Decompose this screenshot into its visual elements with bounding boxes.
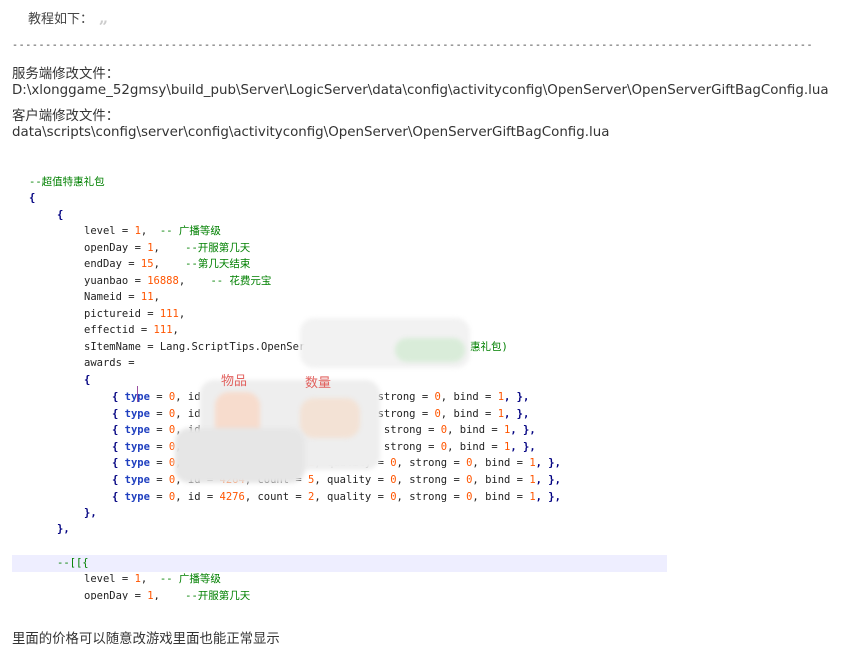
code-awards-close: }, [84,507,97,519]
watermark-count-label: 数量 [305,376,332,391]
code-endday: endDay = 15, --第几天结束 [84,258,251,270]
client-path: data\scripts\config\server\config\activi… [12,125,610,140]
redaction-blob [175,428,305,483]
row-strong-key: , strong = [396,457,467,470]
redaction-blob [300,398,360,438]
row-bind-key: , bind = [447,440,505,453]
row-eq: = [149,407,169,420]
code-effectid: effectid = 111, [84,324,179,336]
row-count-key: , count = [244,490,309,503]
code-open-brace: { [29,192,36,204]
row-open: { [112,424,125,437]
code-awards: awards = [84,357,135,369]
row-eq: = [149,440,169,453]
row-close: , }, [510,440,536,453]
code-yuanbao: yuanbao = 16888, -- 花费元宝 [84,275,272,287]
row-bind-key: , bind = [440,391,498,403]
row-open: { [112,490,125,503]
code-level: level = 1, -- 广播等级 [84,225,221,237]
code-comment-title: --超值特惠礼包 [29,176,105,188]
row-close: , }, [535,474,561,486]
footer-text: 里面的价格可以随意改游戏里面也能正常显示 [12,632,280,647]
row-eq: = [149,490,169,503]
code-level-2: level = 1, -- 广播等级 [84,573,221,585]
row-open: { [112,474,125,486]
row-eq: = [149,424,169,437]
row-type-key: type [124,440,150,453]
intro-line: 教程如下： „ [28,8,108,27]
row-strong-key: , strong = [396,490,467,503]
redaction-blob [395,338,465,362]
row-strong-key: , strong = [396,474,467,486]
row-bind-key: , bind = [472,474,530,486]
separator: ----------------------------------------… [12,40,814,51]
code-inner-close: }, [57,523,70,535]
row-bind-key: , bind = [440,407,498,420]
quote-icon: „ [99,8,109,27]
row-strong-key: , strong = [371,440,441,453]
row-quality-key: , quality = [314,474,391,486]
row-type-key: type [124,474,150,486]
code-comment-block: --[[{ [12,555,667,572]
row-close: , }, [504,407,530,420]
award-row: { type = 0, id = 4276, count = 2, qualit… [112,489,561,506]
row-type-key: type [124,490,150,503]
row-bind-key: , bind = [447,424,505,437]
client-label: 客户端修改文件： [12,109,120,124]
code-openday: openDay = 1, --开服第几天 [84,242,251,254]
server-path: D:\xlonggame_52gmsy\build_pub\Server\Log… [12,83,829,98]
row-eq: = [149,391,169,403]
row-close: , }, [510,424,536,437]
row-eq: = [149,457,169,470]
row-close: , }, [535,457,561,470]
row-bind-key: , bind = [472,490,530,503]
row-type-key: type [124,407,150,420]
code-itemname: sItemName = Lang.ScriptTips.OpenServerG [84,341,331,353]
row-close: , }, [535,490,561,503]
row-eq: = [149,474,169,486]
row-open: { [112,440,125,453]
row-open: { [112,391,125,403]
intro-text: 教程如下： [28,12,94,27]
row-bind-key: , bind = [472,457,530,470]
code-openday-2: openDay = 1, --开服第几天 [84,590,251,600]
row-strong-key: , strong = [371,424,441,437]
code-awards-open: { [84,374,91,386]
row-type-key: type [124,457,150,470]
code-inner-open: { [57,209,64,221]
row-quality-key: , quality = [314,490,391,503]
row-open: { [112,407,125,420]
row-type-key: type [124,424,150,437]
code-itemname-tail: 惠礼包) [470,341,508,353]
server-label: 服务端修改文件： [12,67,120,82]
row-id-key: , id = [175,490,220,503]
text-cursor [137,386,138,402]
row-id-value: 4276 [219,490,245,503]
code-pictureid: pictureid = 111, [84,308,186,320]
watermark-item-label: 物品 [221,374,248,389]
row-close: , }, [504,391,530,403]
row-open: { [112,457,125,470]
code-nameid: Nameid = 11, [84,291,160,303]
